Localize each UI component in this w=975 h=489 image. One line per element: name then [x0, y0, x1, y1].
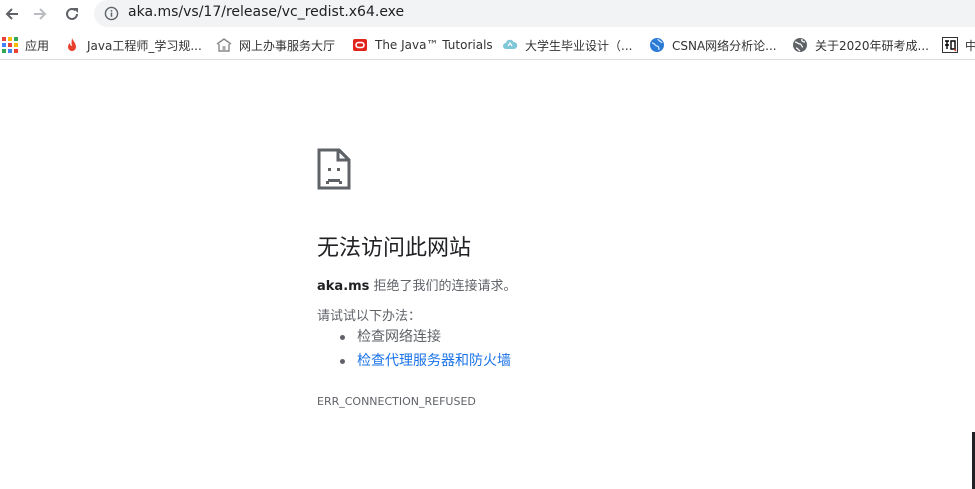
back-button[interactable]: [0, 2, 24, 26]
bookmarks-bar: 应用 Java工程师_学习规... 网上办事服务大厅 The Java™ Tut…: [0, 31, 975, 60]
bookmark-zhihu[interactable]: 中: [942, 36, 975, 54]
check-proxy-link[interactable]: 检查代理服务器和防火墙: [357, 353, 511, 369]
bookmark-label: 网上办事服务大厅: [239, 38, 336, 53]
bookmark-2020-exam[interactable]: 关于2020年研考成...: [792, 36, 929, 54]
bookmark-java-tutorials[interactable]: The Java™ Tutorials: [352, 36, 493, 54]
error-title: 无法访问此网站: [317, 236, 472, 261]
bookmark-apps[interactable]: 应用: [2, 36, 49, 54]
bookmark-label: CSNA网络分析论...: [672, 38, 777, 53]
bookmark-java-engineer[interactable]: Java工程师_学习规...: [64, 36, 202, 54]
government-icon: [216, 37, 232, 53]
suggestion-check-network: 检查网络连接: [340, 325, 511, 349]
sad-page-icon: [317, 148, 351, 190]
browser-toolbar: aka.ms/vs/17/release/vc_redist.x64.exe: [0, 0, 975, 28]
suggestion-check-proxy: 检查代理服务器和防火墙: [340, 349, 511, 373]
zhihu-icon: [942, 37, 958, 53]
cloud-icon: [502, 37, 518, 53]
reload-icon: [66, 7, 78, 20]
apps-grid-icon: [2, 37, 18, 53]
flame-icon: [64, 37, 80, 53]
forward-button[interactable]: [28, 2, 52, 26]
oracle-icon: [352, 37, 368, 53]
address-bar[interactable]: aka.ms/vs/17/release/vc_redist.x64.exe: [94, 0, 975, 27]
reload-button[interactable]: [60, 2, 84, 26]
bookmark-label: 应用: [25, 38, 50, 53]
globe-icon: [792, 37, 808, 53]
url-text[interactable]: aka.ms/vs/17/release/vc_redist.x64.exe: [128, 4, 404, 20]
bookmark-csna[interactable]: CSNA网络分析论...: [649, 36, 777, 54]
bookmark-label: The Java™ Tutorials: [375, 38, 493, 52]
error-message-text: 拒绝了我们的连接请求。: [369, 279, 517, 294]
bookmark-label: Java工程师_学习规...: [87, 38, 202, 53]
info-icon[interactable]: [104, 6, 119, 21]
bookmark-label: 关于2020年研考成...: [815, 38, 929, 53]
bookmark-label: 中: [965, 37, 975, 54]
error-code: ERR_CONNECTION_REFUSED: [317, 395, 476, 408]
bookmark-gov-service[interactable]: 网上办事服务大厅: [216, 36, 335, 54]
error-host: aka.ms: [317, 279, 370, 294]
globe-blue-icon: [649, 37, 665, 53]
bookmark-graduation-design[interactable]: 大学生毕业设计（...: [502, 36, 632, 54]
error-message: aka.ms 拒绝了我们的连接请求。: [317, 275, 517, 294]
suggestion-list: 检查网络连接 检查代理服务器和防火墙: [317, 325, 511, 373]
bookmark-label: 大学生毕业设计（...: [525, 38, 633, 53]
try-label: 请试试以下办法：: [317, 309, 422, 324]
back-arrow-icon: [5, 8, 18, 20]
forward-arrow-icon: [34, 8, 47, 20]
